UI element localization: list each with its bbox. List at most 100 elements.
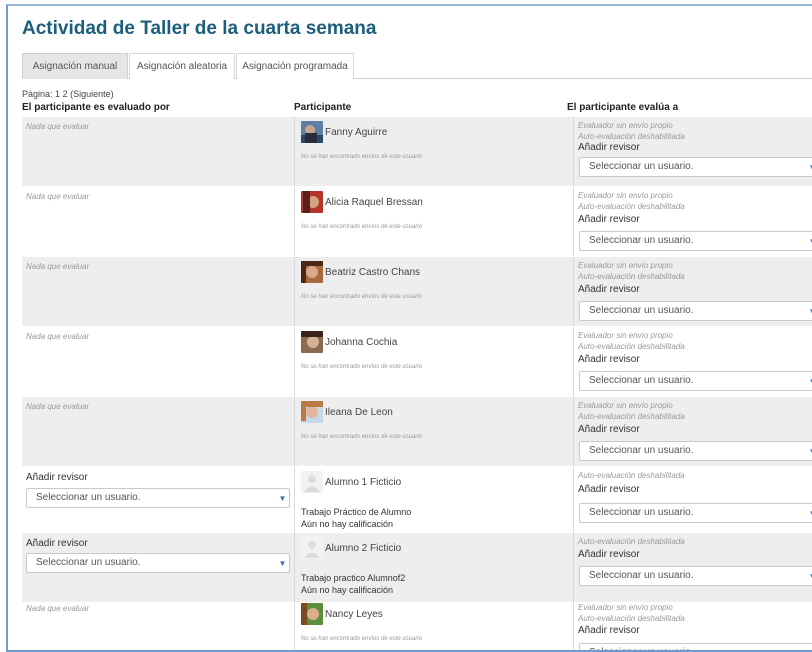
page-2-link[interactable]: 2 [63, 89, 68, 99]
self-eval-disabled: Auto-evaluación deshabilitada [578, 412, 685, 421]
avatar [301, 261, 323, 283]
tab-manual-allocation[interactable]: Asignación manual [22, 53, 128, 79]
pagination-label: Página: [22, 89, 53, 99]
select-placeholder: Seleccionar un usuario. [589, 507, 694, 518]
add-reviewer-label: Añadir revisor [578, 214, 640, 225]
avatar [301, 191, 323, 213]
participant-name[interactable]: Alumno 2 Ficticio [325, 543, 401, 554]
participant-name[interactable]: Johanna Cochia [325, 337, 397, 348]
chevron-down-icon[interactable]: ▼ [808, 162, 812, 173]
workshop-window: Actividad de Taller de la cuarta semana … [6, 4, 812, 652]
select-reviewee-dropdown[interactable]: Seleccionar un usuario. ▼ [579, 301, 812, 321]
select-reviewer-dropdown[interactable]: Seleccionar un usuario. ▼ [26, 553, 290, 573]
self-eval-disabled: Auto-evaluación deshabilitada [578, 272, 685, 281]
avatar [301, 331, 323, 353]
avatar [301, 603, 323, 625]
select-placeholder: Seleccionar un usuario. [589, 570, 694, 581]
select-reviewee-dropdown[interactable]: Seleccionar un usuario. ▼ [579, 643, 812, 650]
add-reviewer-label: Añadir revisor [578, 625, 640, 636]
default-user-icon [301, 471, 323, 493]
no-submissions-note: No se han encontrado envíos de este usua… [301, 364, 423, 370]
no-submissions-note: No se han encontrado envíos de este usua… [301, 434, 423, 440]
self-eval-disabled: Auto-evaluación deshabilitada [578, 537, 685, 546]
next-page-link[interactable]: (Siguiente) [70, 89, 114, 99]
participant-name[interactable]: Alumno 1 Ficticio [325, 477, 401, 488]
select-placeholder: Seleccionar un usuario. [589, 235, 694, 246]
select-placeholder: Seleccionar un usuario. [589, 161, 694, 172]
table-row: Nada que evaluar Nancy Leyes No se han e… [22, 599, 812, 650]
chevron-down-icon[interactable]: ▼ [278, 558, 287, 569]
select-reviewee-dropdown[interactable]: Seleccionar un usuario. ▼ [579, 231, 812, 251]
table-row: Añadir revisor Seleccionar un usuario. ▼… [22, 467, 812, 536]
tab-random-allocation[interactable]: Asignación aleatoria [129, 53, 235, 79]
default-user-icon [301, 537, 323, 559]
avatar [301, 121, 323, 143]
page-1: 1 [55, 89, 61, 99]
select-reviewer-dropdown[interactable]: Seleccionar un usuario. ▼ [26, 488, 290, 508]
submission-title[interactable]: Trabajo practico Alumnof2 [301, 573, 405, 583]
page-title: Actividad de Taller de la cuarta semana [22, 18, 377, 39]
select-placeholder: Seleccionar un usuario. [589, 375, 694, 386]
select-reviewee-dropdown[interactable]: Seleccionar un usuario. ▼ [579, 441, 812, 461]
avatar [301, 401, 323, 423]
nothing-to-evaluate: Nada que evaluar [26, 262, 90, 271]
reviewer-no-submission: Evaluador sin envío propio [578, 191, 673, 200]
column-header-evaluated-by: El participante es evaluado por [22, 102, 170, 113]
table-row: Añadir revisor Seleccionar un usuario. ▼… [22, 533, 812, 602]
no-submissions-note: No se han encontrado envíos de este usua… [301, 636, 423, 642]
grade-status: Aún no hay calificación [301, 585, 394, 595]
nothing-to-evaluate: Nada que evaluar [26, 332, 90, 341]
self-eval-disabled: Auto-evaluación deshabilitada [578, 202, 685, 211]
chevron-down-icon[interactable]: ▼ [278, 493, 287, 504]
table-row: Nada que evaluar Beatriz Castro Chans No… [22, 257, 812, 326]
table-row: Nada que evaluar Ileana De Leon No se ha… [22, 397, 812, 466]
add-reviewer-label: Añadir revisor [578, 284, 640, 295]
participant-name[interactable]: Fanny Aguirre [325, 127, 387, 138]
chevron-down-icon[interactable]: ▼ [808, 306, 812, 317]
table-row: Nada que evaluar Fanny Aguirre No se han… [22, 117, 812, 186]
reviewer-no-submission: Evaluador sin envío propio [578, 603, 673, 612]
add-reviewer-label: Añadir revisor [26, 538, 88, 549]
self-eval-disabled: Auto-evaluación deshabilitada [578, 132, 685, 141]
chevron-down-icon[interactable]: ▼ [808, 446, 812, 457]
add-reviewer-label: Añadir revisor [578, 424, 640, 435]
add-reviewer-label: Añadir revisor [578, 354, 640, 365]
select-reviewee-dropdown[interactable]: Seleccionar un usuario. ▼ [579, 371, 812, 391]
select-reviewee-dropdown[interactable]: Seleccionar un usuario. ▼ [579, 503, 812, 523]
participant-name[interactable]: Beatriz Castro Chans [325, 267, 420, 278]
reviewer-no-submission: Evaluador sin envío propio [578, 261, 673, 270]
chevron-down-icon[interactable]: ▼ [808, 571, 812, 582]
select-reviewee-dropdown[interactable]: Seleccionar un usuario. ▼ [579, 157, 812, 177]
select-placeholder: Seleccionar un usuario. [589, 647, 694, 650]
no-submissions-note: No se han encontrado envíos de este usua… [301, 294, 423, 300]
participant-name[interactable]: Nancy Leyes [325, 609, 383, 620]
self-eval-disabled: Auto-evaluación deshabilitada [578, 614, 685, 623]
tab-scheduled-allocation[interactable]: Asignación programada [236, 53, 354, 79]
participant-name[interactable]: Alicia Raquel Bressan [325, 197, 423, 208]
select-placeholder: Seleccionar un usuario. [589, 445, 694, 456]
self-eval-disabled: Auto-evaluación deshabilitada [578, 342, 685, 351]
chevron-down-icon[interactable]: ▼ [808, 648, 812, 650]
reviewer-no-submission: Evaluador sin envío propio [578, 401, 673, 410]
chevron-down-icon[interactable]: ▼ [808, 236, 812, 247]
nothing-to-evaluate: Nada que evaluar [26, 604, 90, 613]
add-reviewer-label: Añadir revisor [578, 142, 640, 153]
pagination: Página: 1 2 (Siguiente) [22, 89, 114, 99]
select-reviewee-dropdown[interactable]: Seleccionar un usuario. ▼ [579, 566, 812, 586]
add-reviewer-label: Añadir revisor [578, 484, 640, 495]
chevron-down-icon[interactable]: ▼ [808, 376, 812, 387]
add-reviewer-label: Añadir revisor [26, 472, 88, 483]
reviewer-no-submission: Evaluador sin envío propio [578, 121, 673, 130]
allocation-tabs: Asignación manual Asignación aleatoria A… [22, 53, 812, 79]
participant-name[interactable]: Ileana De Leon [325, 407, 393, 418]
grade-status: Aún no hay calificación [301, 519, 394, 529]
nothing-to-evaluate: Nada que evaluar [26, 122, 90, 131]
add-reviewer-label: Añadir revisor [578, 549, 640, 560]
select-placeholder: Seleccionar un usuario. [589, 305, 694, 316]
chevron-down-icon[interactable]: ▼ [808, 508, 812, 519]
self-eval-disabled: Auto-evaluación deshabilitada [578, 471, 685, 480]
no-submissions-note: No se han encontrado envíos de este usua… [301, 154, 423, 160]
submission-title[interactable]: Trabajo Práctico de Alumno [301, 507, 411, 517]
reviewer-no-submission: Evaluador sin envío propio [578, 331, 673, 340]
table-row: Nada que evaluar Johanna Cochia No se ha… [22, 327, 812, 396]
